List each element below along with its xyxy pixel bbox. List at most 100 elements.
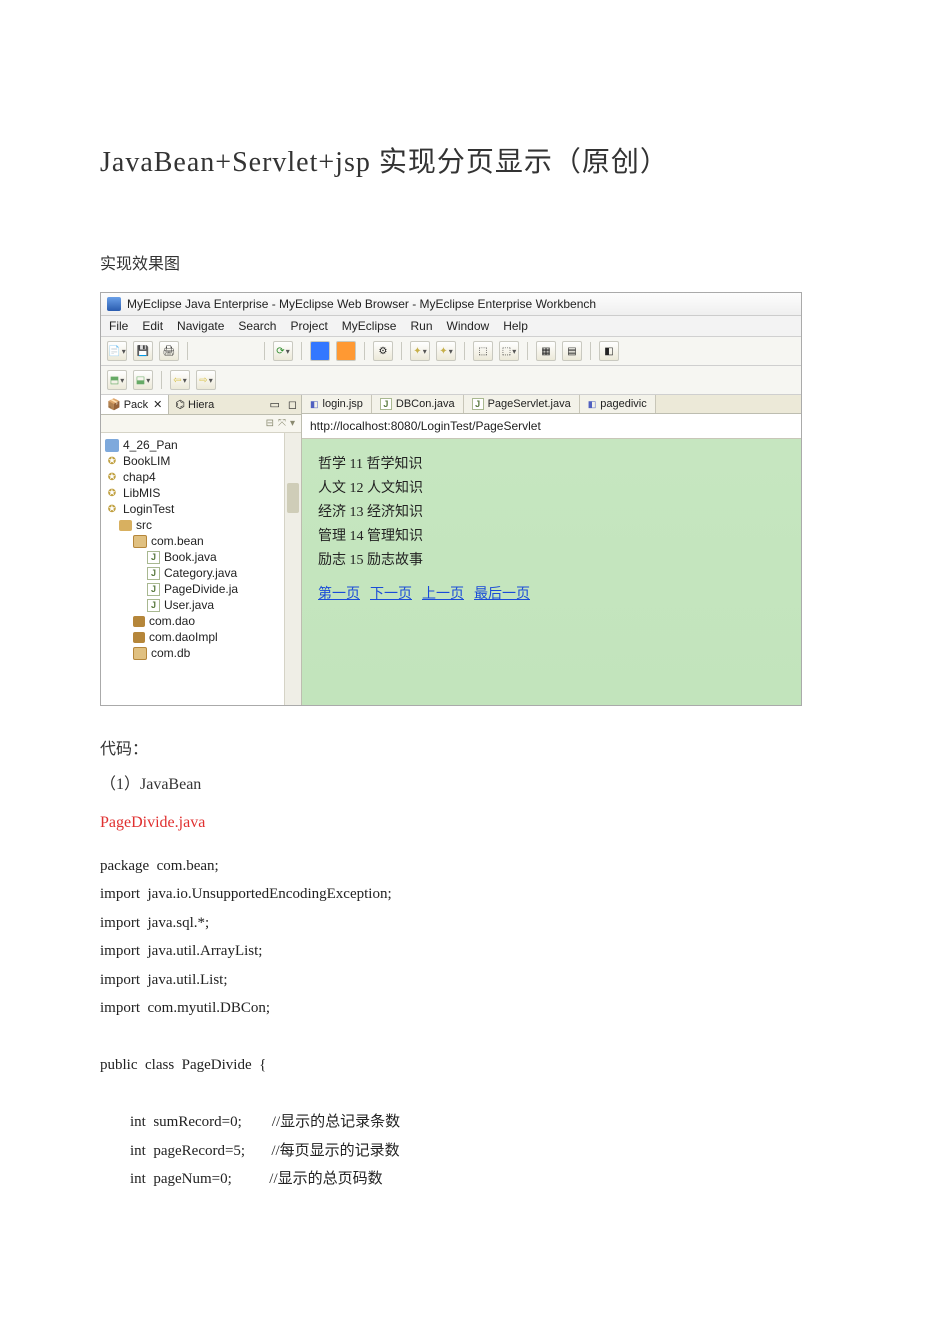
tab-label: Hiera: [188, 399, 214, 411]
menu-run[interactable]: Run: [410, 319, 432, 333]
fwd-button[interactable]: ⇨: [196, 370, 216, 390]
package-icon: [133, 535, 147, 548]
save-button[interactable]: 💾: [133, 341, 153, 361]
pagination-link[interactable]: 下一页: [370, 587, 412, 602]
editor-tab[interactable]: ◧login.jsp: [302, 395, 372, 413]
project-icon: ✪: [105, 487, 119, 500]
result-row: 管理 14 管理知识: [318, 525, 785, 545]
tree-item[interactable]: com.bean: [105, 533, 301, 549]
tree-item[interactable]: ✪ chap4: [105, 469, 301, 485]
tree-item[interactable]: ✪ LibMIS: [105, 485, 301, 501]
left-tabs: 📦 Pack ✕ ⌬ Hiera ▭ ◻: [101, 395, 301, 415]
java-file-icon: J: [472, 398, 484, 410]
myeclipse-icon: [107, 297, 121, 311]
separator-icon: [401, 342, 402, 360]
java-file-icon: J: [147, 583, 160, 596]
result-row: 人文 12 人文知识: [318, 477, 785, 497]
pagination-link[interactable]: 上一页: [422, 587, 464, 602]
tab-package-explorer[interactable]: 📦 Pack ✕: [101, 395, 169, 414]
tree-item[interactable]: JPageDivide.ja: [105, 581, 301, 597]
wizard2-button[interactable]: ✦: [436, 341, 456, 361]
collapse-icon[interactable]: ⊟: [266, 418, 274, 429]
menu-edit[interactable]: Edit: [142, 319, 163, 333]
jsp-file-icon: ◧: [588, 399, 597, 410]
menu-search[interactable]: Search: [238, 319, 276, 333]
browser-viewport: 哲学 11 哲学知识人文 12 人文知识经济 13 经济知识管理 14 管理知识…: [302, 439, 801, 705]
menu-window[interactable]: Window: [447, 319, 490, 333]
menu-navigate[interactable]: Navigate: [177, 319, 224, 333]
tree-item-label: LibMIS: [123, 486, 160, 500]
gear-icon[interactable]: ⚙: [373, 341, 393, 361]
result-row: 经济 13 经济知识: [318, 501, 785, 521]
tab-label: Pack: [124, 399, 148, 411]
tree-item[interactable]: JCategory.java: [105, 565, 301, 581]
minimize-icon[interactable]: ▭: [265, 395, 283, 414]
java-file-icon: J: [380, 398, 392, 410]
menu-myeclipse[interactable]: MyEclipse: [342, 319, 397, 333]
result-row: 励志 15 励志故事: [318, 549, 785, 569]
misc3-button[interactable]: ◧: [599, 341, 619, 361]
tree-item[interactable]: com.dao: [105, 613, 301, 629]
package-icon: 📦: [107, 398, 121, 411]
db2-button[interactable]: ⬚: [499, 341, 519, 361]
link-icon[interactable]: ⤧: [278, 418, 286, 429]
db-button[interactable]: ⬚: [473, 341, 493, 361]
tree-item[interactable]: com.daoImpl: [105, 629, 301, 645]
nav2-button[interactable]: ⬓: [133, 370, 153, 390]
misc-button[interactable]: ▦: [536, 341, 556, 361]
item-1-javabean: （1）JavaBean: [100, 771, 845, 800]
tree-item-label: Category.java: [164, 566, 237, 580]
pagination-links: 第一页下一页上一页最后一页: [318, 583, 785, 603]
tree-item-label: chap4: [123, 470, 156, 484]
tree-item[interactable]: com.db: [105, 645, 301, 661]
tree-item-label: User.java: [164, 598, 214, 612]
menu-file[interactable]: File: [109, 319, 128, 333]
menu-icon[interactable]: ▾: [290, 418, 295, 429]
server-button[interactable]: [310, 341, 330, 361]
tab-hierarchy[interactable]: ⌬ Hiera: [169, 395, 220, 414]
maximize-icon[interactable]: ◻: [284, 395, 301, 414]
wizard-button[interactable]: ✦: [410, 341, 430, 361]
scrollbar[interactable]: [284, 433, 301, 705]
tree-item[interactable]: JBook.java: [105, 549, 301, 565]
page-title: JavaBean+Servlet+jsp 实现分页显示（原创）: [100, 140, 845, 180]
tree-item[interactable]: J User.java: [105, 597, 301, 613]
back-button[interactable]: ⇦: [170, 370, 190, 390]
menu-help[interactable]: Help: [503, 319, 528, 333]
ide-titlebar: MyEclipse Java Enterprise - MyEclipse We…: [101, 293, 801, 316]
deploy-button[interactable]: ⟳: [273, 341, 293, 361]
java-file-icon: J: [147, 599, 160, 612]
editor-tab-label: DBCon.java: [396, 398, 455, 410]
package-icon: [133, 632, 145, 643]
close-icon[interactable]: ✕: [153, 398, 162, 411]
tree-item[interactable]: 4_26_Pan: [105, 437, 301, 453]
scrollbar-thumb[interactable]: [287, 483, 299, 513]
package-tree[interactable]: 4_26_Pan✪BookLIM ✪ chap4 ✪ LibMIS✪LoginTests…: [101, 433, 301, 705]
separator-icon: [527, 342, 528, 360]
tree-item[interactable]: src: [105, 517, 301, 533]
pagination-link[interactable]: 第一页: [318, 587, 360, 602]
browser-url-bar[interactable]: http://localhost:8080/LoginTest/PageServ…: [302, 414, 801, 439]
menu-project[interactable]: Project: [290, 319, 327, 333]
misc2-button[interactable]: ▤: [562, 341, 582, 361]
section-code-heading: 代码：: [100, 736, 845, 765]
package-explorer-panel: 📦 Pack ✕ ⌬ Hiera ▭ ◻ ⊟ ⤧ ▾: [101, 395, 302, 705]
java-file-icon: J: [147, 551, 160, 564]
nav-button[interactable]: ⬒: [107, 370, 127, 390]
server2-button[interactable]: [336, 341, 356, 361]
save-all-button[interactable]: 🖨: [159, 341, 179, 361]
new-button[interactable]: 📄: [107, 341, 127, 361]
tree-item[interactable]: ✪BookLIM: [105, 453, 301, 469]
separator-icon: [161, 371, 162, 389]
editor-tab[interactable]: J DBCon.java: [372, 395, 464, 413]
project-icon: ✪: [105, 503, 119, 516]
hierarchy-icon: ⌬: [175, 398, 185, 411]
tree-item-label: com.dao: [149, 614, 195, 628]
jsp-file-icon: ◧: [310, 399, 319, 410]
separator-icon: [187, 342, 188, 360]
editor-tab[interactable]: JPageServlet.java: [464, 395, 580, 413]
editor-tab[interactable]: ◧pagedivic: [580, 395, 656, 413]
pagination-link[interactable]: 最后一页: [474, 587, 530, 602]
project-icon: ✪: [105, 471, 119, 484]
tree-item[interactable]: ✪LoginTest: [105, 501, 301, 517]
